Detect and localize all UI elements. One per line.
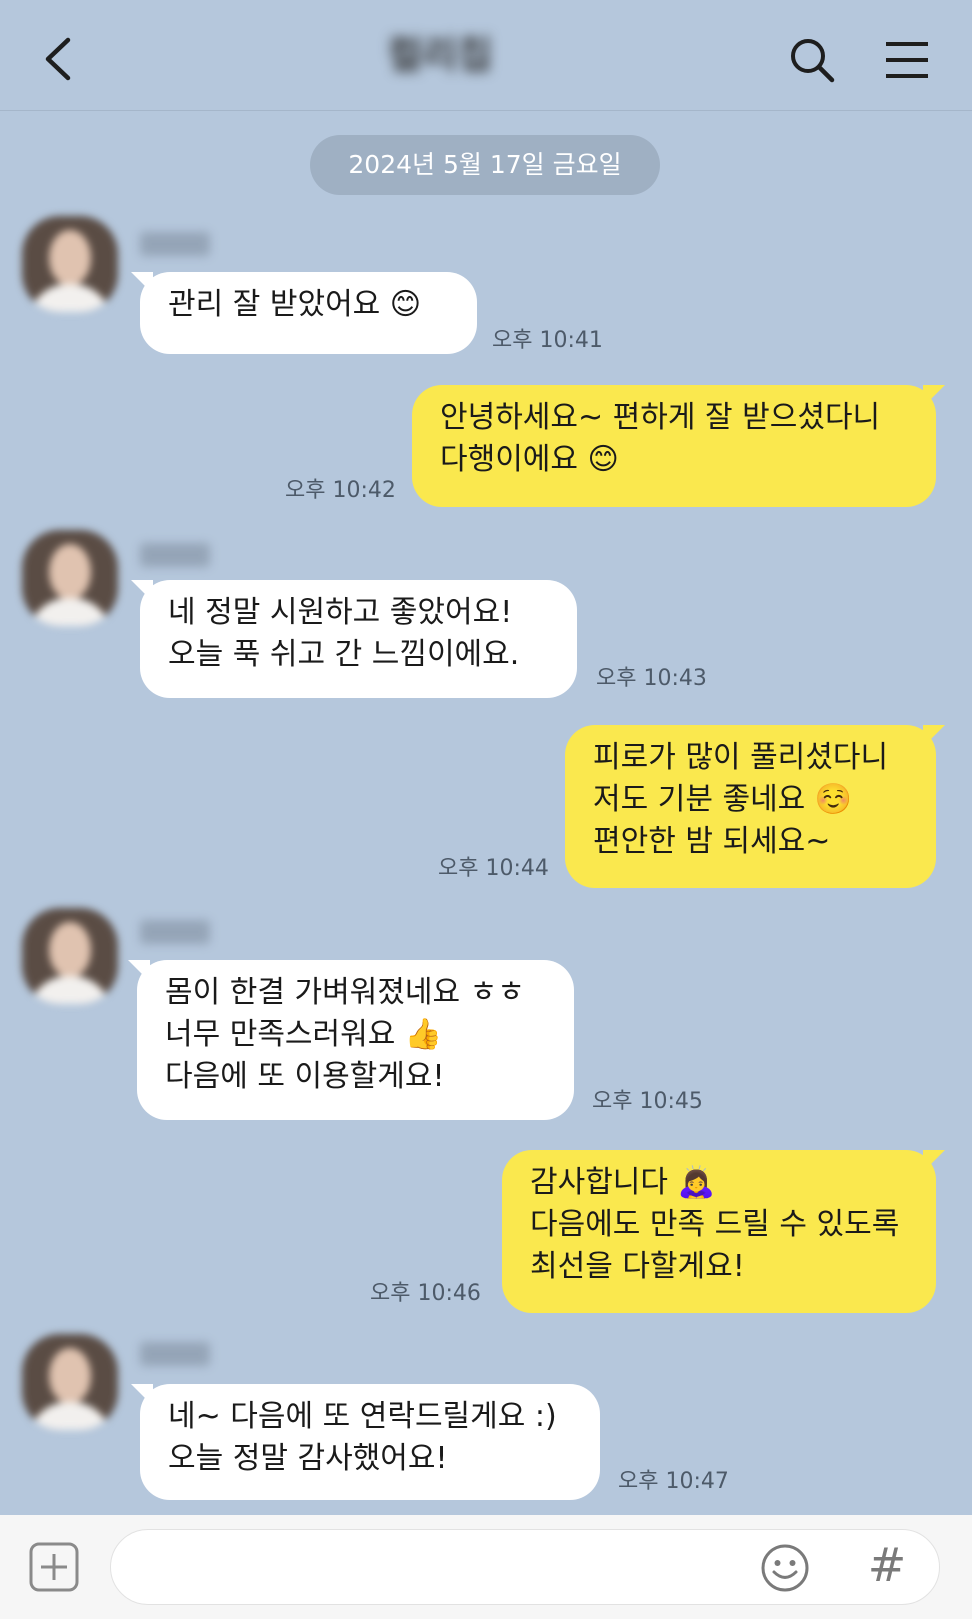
message-bubble-incoming[interactable]: 몸이 한결 가벼워졌네요 ㅎㅎ 너무 만족스러워요 👍 다음에 또 이용할게요! <box>128 960 574 1120</box>
message-time: 오후 10:46 <box>370 1281 481 1306</box>
message-bubble-incoming[interactable]: 관리 잘 받았어요 😊 <box>131 272 477 354</box>
avatar[interactable] <box>22 216 118 312</box>
avatar[interactable] <box>22 908 118 1004</box>
message-bubble-outgoing[interactable]: 안녕하세요~ 편하게 잘 받으셨다니 다행이에요 😊 <box>412 385 945 507</box>
sender-name <box>140 1342 210 1366</box>
plus-icon[interactable] <box>28 1541 80 1593</box>
message-bubble-outgoing[interactable]: 피로가 많이 풀리셨다니 저도 기분 좋네요 ☺️ 편안한 밤 되세요~ <box>565 725 945 888</box>
message-time: 오후 10:41 <box>492 328 603 353</box>
message-time: 오후 10:43 <box>596 666 707 691</box>
message-time: 오후 10:45 <box>592 1089 703 1114</box>
sender-name <box>140 543 210 567</box>
message-time: 오후 10:44 <box>438 856 549 881</box>
chat-header: 컬리칩 <box>0 0 972 111</box>
message-time: 오후 10:47 <box>618 1469 729 1494</box>
message-bubble-incoming[interactable]: 네 정말 시원하고 좋았어요! 오늘 푹 쉬고 간 느낌이에요. <box>131 580 577 698</box>
hamburger-menu-icon[interactable] <box>882 38 932 82</box>
hashtag-button[interactable]: # <box>862 1535 912 1595</box>
avatar[interactable] <box>22 1334 118 1430</box>
date-divider: 2024년 5월 17일 금요일 <box>310 135 660 195</box>
message-input[interactable] <box>110 1529 940 1605</box>
sender-name <box>140 920 210 944</box>
message-bubble-outgoing[interactable]: 감사합니다 🙇‍♀️ 다음에도 만족 드릴 수 있도록 최선을 다할게요! <box>502 1150 945 1313</box>
message-bubble-incoming[interactable]: 네~ 다음에 또 연락드릴게요 :) 오늘 정말 감사했어요! <box>131 1384 600 1500</box>
avatar[interactable] <box>22 530 118 626</box>
message-time: 오후 10:42 <box>285 478 396 503</box>
message-input-bar: # <box>0 1515 972 1619</box>
chat-title: 컬리칩 <box>387 33 493 77</box>
search-icon[interactable] <box>788 36 836 84</box>
emoji-icon[interactable] <box>760 1543 810 1593</box>
sender-name <box>140 232 210 256</box>
back-arrow-icon[interactable] <box>38 34 84 84</box>
